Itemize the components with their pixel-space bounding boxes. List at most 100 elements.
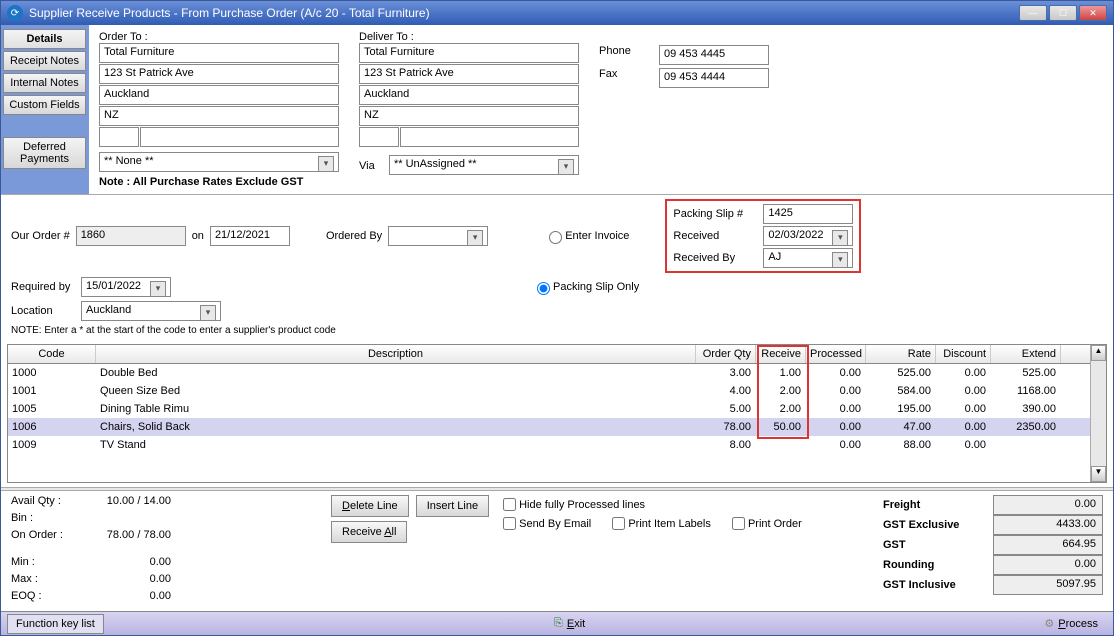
tab-receipt-notes[interactable]: Receipt Notes bbox=[3, 51, 86, 71]
cell-desc[interactable]: Chairs, Solid Back bbox=[96, 420, 696, 434]
deliverto-country[interactable]: NZ bbox=[359, 106, 579, 126]
scroll-up-icon[interactable]: ▲ bbox=[1091, 345, 1106, 361]
fax-value[interactable]: 09 453 4444 bbox=[659, 68, 769, 88]
process-button[interactable]: ⚙ Process bbox=[1035, 613, 1107, 634]
check-print-order[interactable] bbox=[732, 517, 745, 530]
cell-orderqty[interactable]: 4.00 bbox=[696, 384, 756, 398]
cell-desc[interactable]: Double Bed bbox=[96, 366, 696, 380]
cell-receive[interactable]: 2.00 bbox=[756, 384, 806, 398]
tab-internal-notes[interactable]: Internal Notes bbox=[3, 73, 86, 93]
col-discount[interactable]: Discount bbox=[936, 345, 991, 363]
via-combo[interactable]: ** UnAssigned ** bbox=[389, 155, 579, 175]
cell-extend[interactable]: 1168.00 bbox=[991, 384, 1061, 398]
radio-packing-slip-only[interactable] bbox=[537, 282, 550, 295]
cell-orderqty[interactable]: 78.00 bbox=[696, 420, 756, 434]
check-hide-processed[interactable] bbox=[503, 498, 516, 511]
cell-processed[interactable]: 0.00 bbox=[806, 402, 866, 416]
maximize-button[interactable]: ☐ bbox=[1049, 5, 1077, 21]
receive-all-button[interactable]: Receive All bbox=[331, 521, 407, 543]
cell-processed[interactable]: 0.00 bbox=[806, 420, 866, 434]
cell-code[interactable]: 1005 bbox=[8, 402, 96, 416]
cell-code[interactable]: 1009 bbox=[8, 438, 96, 452]
on-date[interactable]: 21/12/2021 bbox=[210, 226, 290, 246]
cell-discount[interactable]: 0.00 bbox=[936, 420, 991, 434]
required-by-date[interactable]: 15/01/2022 bbox=[81, 277, 171, 297]
cell-receive[interactable]: 2.00 bbox=[756, 402, 806, 416]
phone-value[interactable]: 09 453 4445 bbox=[659, 45, 769, 65]
freight-value[interactable]: 0.00 bbox=[993, 495, 1103, 515]
table-row[interactable]: 1009TV Stand8.00 0.0088.000.00 bbox=[8, 436, 1106, 454]
cell-rate[interactable]: 195.00 bbox=[866, 402, 936, 416]
col-receive[interactable]: Receive bbox=[756, 345, 806, 363]
function-key-list-button[interactable]: Function key list bbox=[7, 614, 104, 634]
cell-discount[interactable]: 0.00 bbox=[936, 438, 991, 452]
cell-desc[interactable]: Queen Size Bed bbox=[96, 384, 696, 398]
cell-processed[interactable]: 0.00 bbox=[806, 384, 866, 398]
check-print-labels[interactable] bbox=[612, 517, 625, 530]
close-button[interactable]: ✕ bbox=[1079, 5, 1107, 21]
cell-discount[interactable]: 0.00 bbox=[936, 402, 991, 416]
orderto-name[interactable]: Total Furniture bbox=[99, 43, 339, 63]
orderto-city[interactable]: Auckland bbox=[99, 85, 339, 105]
radio-enter-invoice[interactable] bbox=[549, 231, 562, 244]
cell-rate[interactable]: 47.00 bbox=[866, 420, 936, 434]
table-row[interactable]: 1001Queen Size Bed4.002.000.00584.000.00… bbox=[8, 382, 1106, 400]
orderto-street[interactable]: 123 St Patrick Ave bbox=[99, 64, 339, 84]
cell-extend[interactable]: 390.00 bbox=[991, 402, 1061, 416]
cell-desc[interactable]: TV Stand bbox=[96, 438, 696, 452]
cell-receive[interactable]: 50.00 bbox=[756, 420, 806, 434]
cell-code[interactable]: 1000 bbox=[8, 366, 96, 380]
cell-code[interactable]: 1006 bbox=[8, 420, 96, 434]
cell-orderqty[interactable]: 5.00 bbox=[696, 402, 756, 416]
cell-rate[interactable]: 525.00 bbox=[866, 366, 936, 380]
cell-discount[interactable]: 0.00 bbox=[936, 366, 991, 380]
tab-custom-fields[interactable]: Custom Fields bbox=[3, 95, 86, 115]
table-row[interactable]: 1000Double Bed3.001.000.00525.000.00525.… bbox=[8, 364, 1106, 382]
table-row[interactable]: 1006Chairs, Solid Back78.0050.000.0047.0… bbox=[8, 418, 1106, 436]
received-by-combo[interactable]: AJ bbox=[763, 248, 853, 268]
deliverto-street[interactable]: 123 St Patrick Ave bbox=[359, 64, 579, 84]
deliverto-city[interactable]: Auckland bbox=[359, 85, 579, 105]
col-desc[interactable]: Description bbox=[96, 345, 696, 363]
cell-orderqty[interactable]: 3.00 bbox=[696, 366, 756, 380]
exit-button[interactable]: ⎘ Exit bbox=[545, 613, 594, 634]
insert-line-button[interactable]: Insert Line bbox=[416, 495, 489, 517]
cell-desc[interactable]: Dining Table Rimu bbox=[96, 402, 696, 416]
cell-extend[interactable]: 2350.00 bbox=[991, 420, 1061, 434]
check-send-email[interactable] bbox=[503, 517, 516, 530]
cell-rate[interactable]: 88.00 bbox=[866, 438, 936, 452]
deliverto-name[interactable]: Total Furniture bbox=[359, 43, 579, 63]
col-rate[interactable]: Rate bbox=[866, 345, 936, 363]
cell-rate[interactable]: 584.00 bbox=[866, 384, 936, 398]
orderto-sub1[interactable] bbox=[99, 127, 139, 147]
orderto-sub2[interactable] bbox=[140, 127, 339, 147]
cell-receive[interactable]: 1.00 bbox=[756, 366, 806, 380]
deliverto-sub1[interactable] bbox=[359, 127, 399, 147]
col-extend[interactable]: Extend bbox=[991, 345, 1061, 363]
cell-extend[interactable]: 525.00 bbox=[991, 366, 1061, 380]
cell-code[interactable]: 1001 bbox=[8, 384, 96, 398]
cell-processed[interactable]: 0.00 bbox=[806, 438, 866, 452]
orderto-contact-combo[interactable]: ** None ** bbox=[99, 152, 339, 172]
grid-scrollbar[interactable]: ▲ ▼ bbox=[1090, 345, 1106, 482]
tab-deferred-payments[interactable]: Deferred Payments bbox=[3, 137, 86, 169]
col-processed[interactable]: Processed bbox=[806, 345, 866, 363]
location-combo[interactable]: Auckland bbox=[81, 301, 221, 321]
tab-details[interactable]: Details bbox=[3, 29, 86, 49]
table-row[interactable]: 1005Dining Table Rimu5.002.000.00195.000… bbox=[8, 400, 1106, 418]
cell-orderqty[interactable]: 8.00 bbox=[696, 438, 756, 452]
deliverto-sub2[interactable] bbox=[400, 127, 579, 147]
scroll-down-icon[interactable]: ▼ bbox=[1091, 466, 1106, 482]
minimize-button[interactable]: — bbox=[1019, 5, 1047, 21]
cell-extend[interactable] bbox=[991, 444, 1061, 446]
cell-processed[interactable]: 0.00 bbox=[806, 366, 866, 380]
orderto-country[interactable]: NZ bbox=[99, 106, 339, 126]
col-code[interactable]: Code bbox=[8, 345, 96, 363]
col-orderqty[interactable]: Order Qty bbox=[696, 345, 756, 363]
ordered-by-combo[interactable] bbox=[388, 226, 488, 246]
cell-discount[interactable]: 0.00 bbox=[936, 384, 991, 398]
packing-slip-input[interactable]: 1425 bbox=[763, 204, 853, 224]
cell-receive[interactable] bbox=[756, 444, 806, 446]
received-date[interactable]: 02/03/2022 bbox=[763, 226, 853, 246]
delete-line-button[interactable]: Delete Line bbox=[331, 495, 409, 517]
